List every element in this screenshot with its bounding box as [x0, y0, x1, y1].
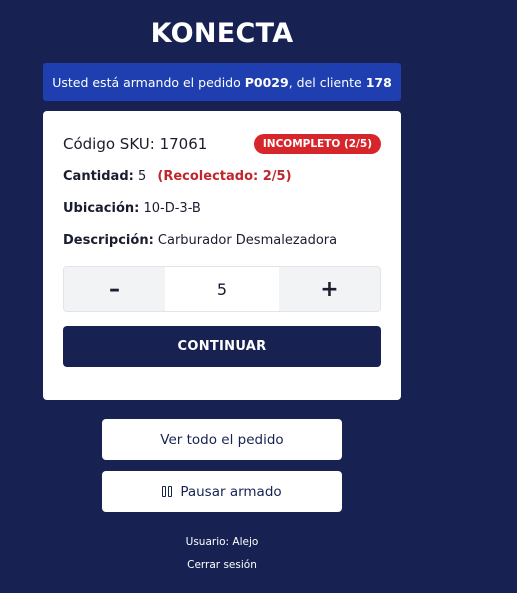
item-card: Código SKU: 17061 INCOMPLETO (2/5) Canti… — [43, 111, 401, 400]
description-value: Carburador Desmalezadora — [157, 233, 338, 248]
logout-link[interactable]: Cerrar sesión — [102, 559, 342, 571]
banner-client-id: 178 — [365, 74, 392, 90]
status-badge: INCOMPLETO (2/5) — [253, 134, 381, 154]
quantity-input[interactable]: 5 — [165, 267, 279, 311]
view-order-button[interactable]: Ver todo el pedido — [102, 419, 342, 460]
view-order-label: Ver todo el pedido — [160, 431, 284, 448]
banner-order-id: P0029 — [244, 74, 289, 90]
location-value: 10-D-3-B — [143, 201, 201, 216]
order-banner: Usted está armando el pedido P0029 , del… — [43, 63, 401, 101]
decrement-button[interactable]: – — [64, 267, 165, 311]
quantity-field: Cantidad: 5 (Recolectado: 2/5) — [63, 169, 292, 184]
pause-button[interactable]: Pausar armado — [102, 471, 342, 512]
collected-status: (Recolectado: 2/5) — [157, 169, 292, 184]
banner-middle: , del cliente — [288, 74, 366, 90]
banner-prefix: Usted está armando el pedido — [52, 74, 245, 90]
quantity-label: Cantidad: — [63, 169, 134, 184]
description-field: Descripción: Carburador Desmalezadora — [63, 233, 337, 248]
location-field: Ubicación: 10-D-3-B — [63, 201, 201, 216]
sku-row: Código SKU: 17061 INCOMPLETO (2/5) — [63, 134, 381, 154]
description-label: Descripción: — [63, 233, 154, 248]
sku-code: Código SKU: 17061 — [63, 135, 208, 153]
quantity-value: 5 — [137, 169, 147, 184]
continue-button[interactable]: CONTINUAR — [63, 326, 381, 367]
pause-label: Pausar armado — [180, 483, 282, 500]
location-label: Ubicación: — [63, 201, 140, 216]
app-title: KONECTA — [150, 18, 294, 49]
quantity-stepper: – 5 + — [63, 266, 381, 312]
pause-icon — [162, 486, 173, 497]
user-info: Usuario: Alejo — [185, 536, 259, 548]
increment-button[interactable]: + — [279, 267, 380, 311]
